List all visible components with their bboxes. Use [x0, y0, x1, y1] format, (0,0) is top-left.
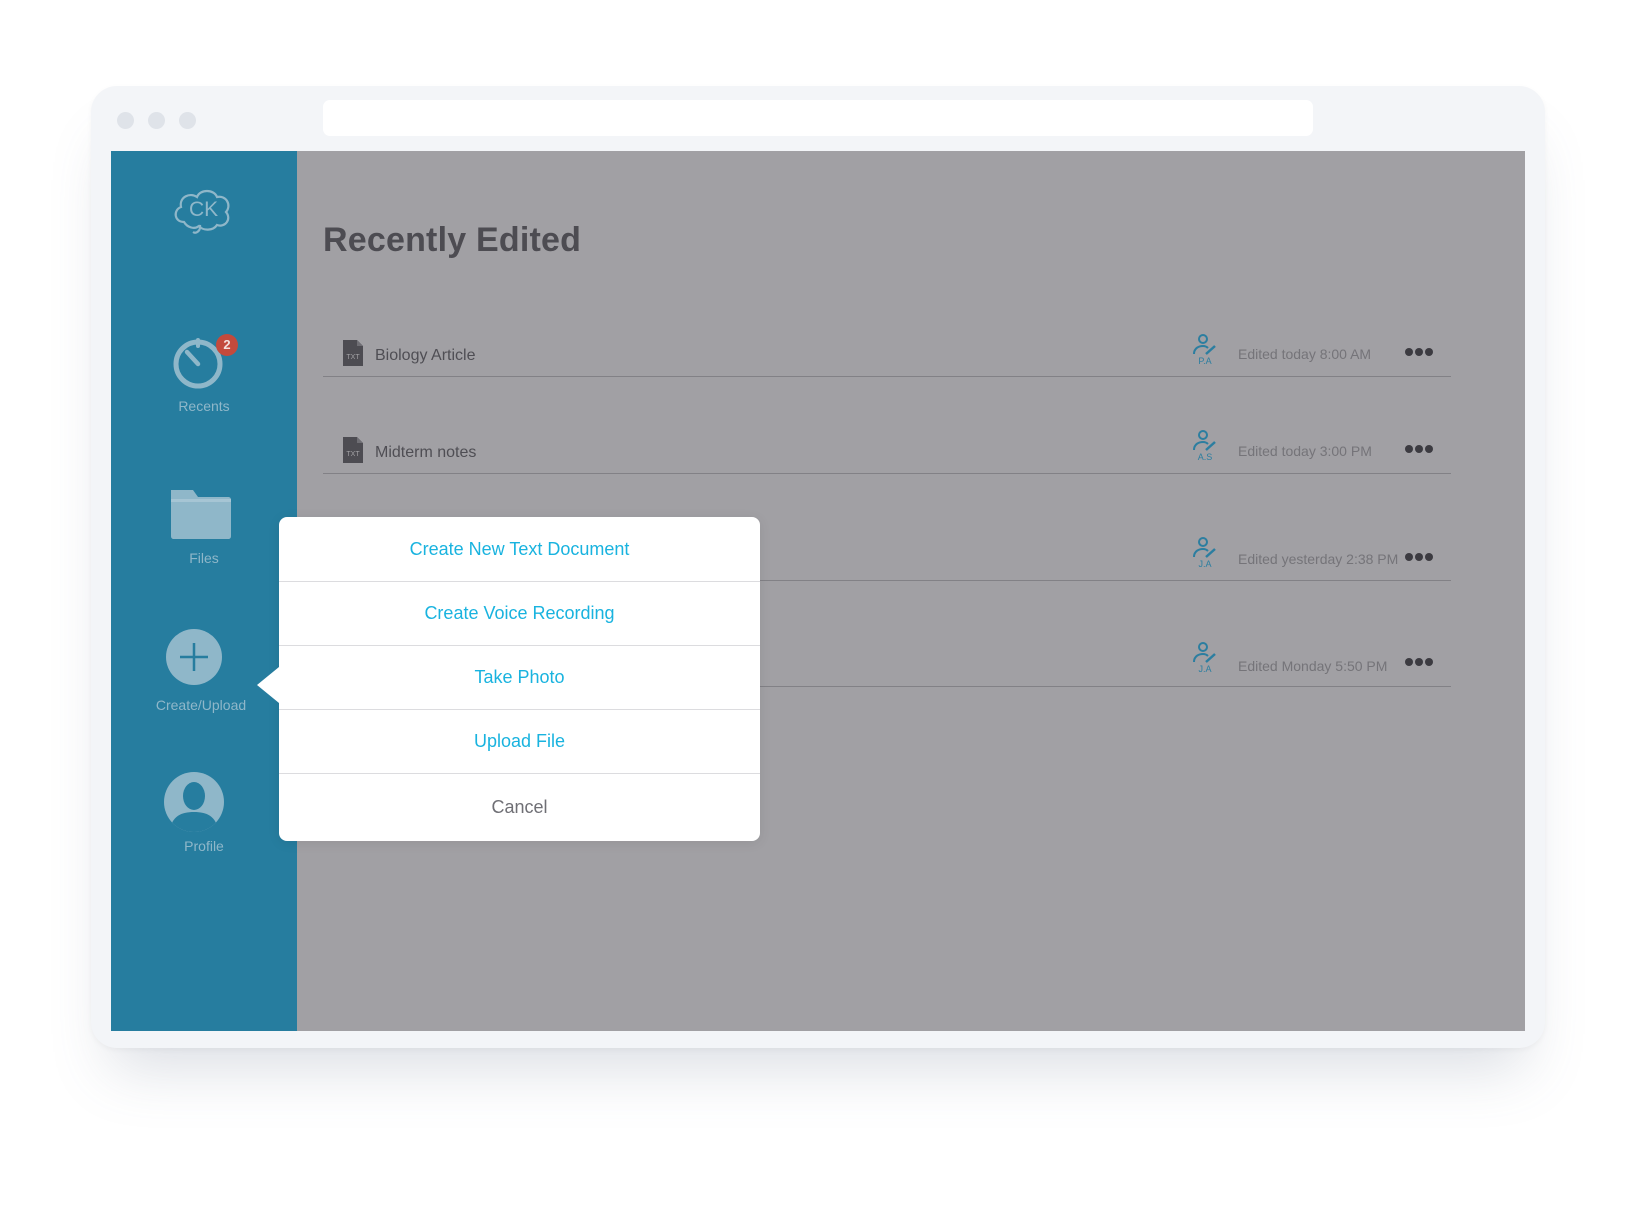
window-maximize-dot[interactable] [179, 112, 196, 129]
window-close-dot[interactable] [117, 112, 134, 129]
edited-timestamp: Edited yesterday 2:38 PM [1238, 551, 1399, 567]
more-options-icon[interactable] [1405, 658, 1435, 668]
file-row[interactable]: TXT Biology Article P.A Edited today 8:0… [323, 331, 1451, 377]
sidebar-item-files[interactable]: Files [111, 486, 297, 566]
take-photo-button[interactable]: Take Photo [279, 645, 760, 710]
edited-timestamp: Edited today 3:00 PM [1238, 443, 1372, 459]
user-edit-icon: J.A [1191, 641, 1219, 677]
popover-arrow [257, 667, 279, 703]
file-name: Biology Article [375, 347, 476, 364]
create-text-document-button[interactable]: Create New Text Document [279, 517, 760, 582]
folder-icon [111, 486, 297, 540]
ck-logo[interactable]: CK [170, 184, 236, 238]
avatar [111, 772, 297, 832]
txt-file-icon: TXT [343, 340, 363, 366]
sidebar-item-label: Recents [178, 398, 230, 414]
sidebar-item-label: Files [189, 550, 219, 566]
file-row[interactable]: TXT Midterm notes A.S Edited today 3:00 … [323, 427, 1451, 474]
svg-text:TXT: TXT [346, 354, 360, 361]
user-edit-icon: J.A [1191, 536, 1219, 572]
sidebar-item-label: Profile [184, 838, 224, 854]
cancel-button[interactable]: Cancel [279, 775, 760, 839]
svg-text:CK: CK [189, 198, 218, 221]
upload-file-button[interactable]: Upload File [279, 709, 760, 774]
edited-timestamp: Edited today 8:00 AM [1238, 346, 1372, 362]
create-voice-recording-button[interactable]: Create Voice Recording [279, 581, 760, 646]
more-options-icon[interactable] [1405, 553, 1435, 563]
txt-file-icon: TXT [343, 437, 363, 463]
address-bar[interactable] [323, 100, 1313, 136]
sidebar-item-recents[interactable]: 2 Recents [111, 334, 297, 414]
user-edit-icon: A.S [1191, 429, 1219, 465]
more-options-icon[interactable] [1405, 348, 1435, 358]
create-upload-popover: Create New Text Document Create Voice Re… [257, 517, 760, 841]
svg-text:TXT: TXT [346, 451, 360, 458]
sidebar: CK 2 Recents Files Create/Upload Profile [111, 151, 297, 1031]
sidebar-item-profile[interactable]: Profile [111, 772, 297, 854]
page-title: Recently Edited [323, 221, 582, 259]
edited-timestamp: Edited Monday 5:50 PM [1238, 658, 1388, 674]
stopwatch-icon [111, 334, 297, 390]
window-minimize-dot[interactable] [148, 112, 165, 129]
recents-badge: 2 [216, 334, 238, 356]
user-edit-icon: P.A [1191, 333, 1219, 369]
more-options-icon[interactable] [1405, 445, 1435, 455]
file-name: Midterm notes [375, 444, 477, 461]
